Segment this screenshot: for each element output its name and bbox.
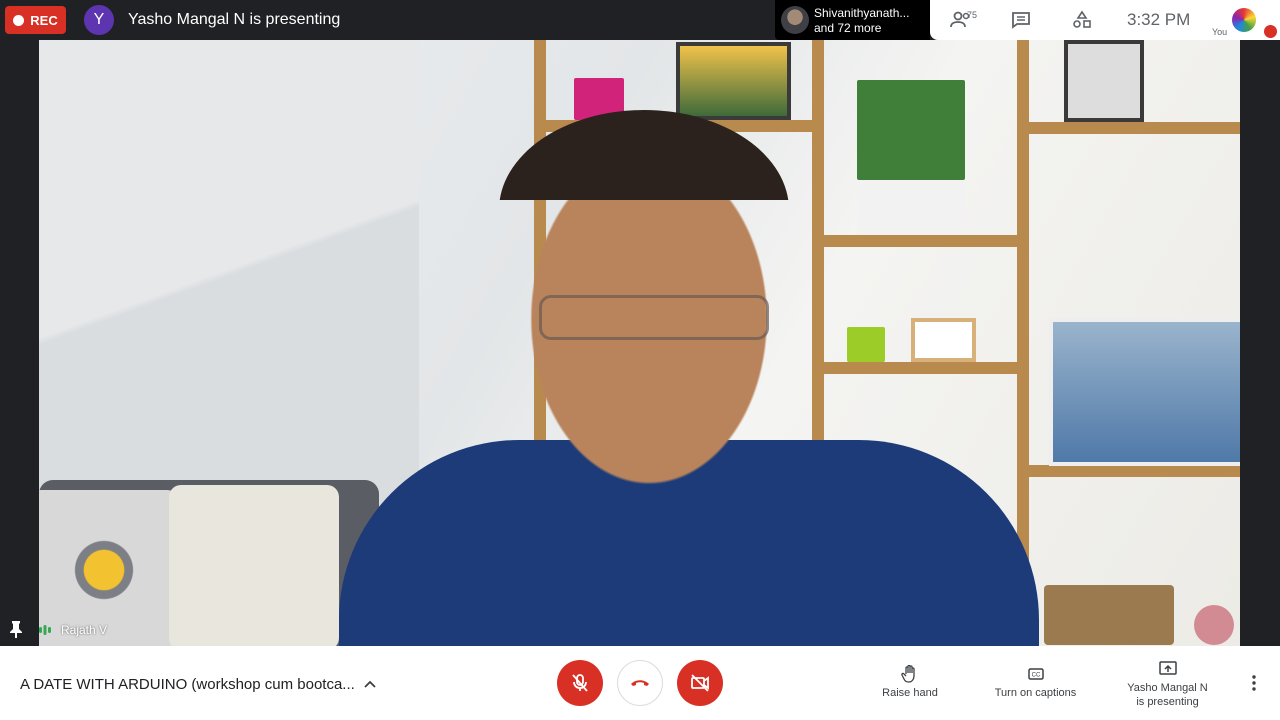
recording-badge: REC [5, 6, 66, 34]
picture-frame [1064, 40, 1144, 122]
pin-icon[interactable] [9, 620, 23, 638]
mic-off-icon [572, 674, 588, 692]
recording-label: REC [30, 12, 58, 28]
shelf-board [1029, 465, 1240, 477]
shelf-board [824, 362, 1019, 374]
self-label: You [1212, 27, 1228, 37]
presenter-avatar: Y [84, 5, 114, 35]
more-vert-icon[interactable] [1244, 673, 1264, 693]
captions-button[interactable]: CC Turn on captions [988, 664, 1083, 699]
meeting-title[interactable]: A DATE WITH ARDUINO (workshop cum bootca… [20, 676, 355, 693]
pillow [169, 485, 339, 646]
shelf-board [1029, 122, 1240, 134]
decor-ball [1194, 605, 1234, 645]
speaker-video [39, 40, 1240, 646]
raise-hand-button[interactable]: Raise hand [874, 664, 946, 699]
chat-icon[interactable] [1008, 8, 1034, 32]
participant-name: Shivanithyanath... [814, 6, 910, 20]
camera-toggle-button[interactable] [677, 660, 723, 706]
raise-hand-label: Raise hand [882, 687, 938, 699]
svg-text:CC: CC [1031, 673, 1040, 679]
plant-pot [847, 327, 885, 362]
self-mic-muted-icon [1264, 25, 1277, 38]
meeting-clock: 3:32 PM [1127, 10, 1191, 29]
mic-toggle-button[interactable] [557, 660, 603, 706]
presenting-status: Yasho Mangal N is presenting [128, 11, 341, 28]
captions-label: Turn on captions [994, 687, 1077, 699]
basket [1044, 585, 1174, 645]
captions-icon: CC [1027, 668, 1044, 680]
record-dot-icon [13, 14, 25, 26]
activities-icon[interactable] [1069, 8, 1095, 32]
shelf-board [824, 235, 1019, 247]
plant-grass [857, 80, 965, 180]
end-call-button[interactable] [617, 660, 663, 706]
picture-frame [1049, 318, 1240, 466]
picture-frame [676, 42, 791, 120]
participants-chip[interactable]: Shivanithyanath... and 72 more [775, 0, 930, 40]
present-button[interactable]: Yasho Mangal N is presenting [1120, 658, 1215, 709]
picture-frame [911, 318, 976, 362]
self-avatar[interactable] [1232, 8, 1256, 32]
present-label-line2: is presenting [1136, 696, 1199, 708]
participant-more-count: and 72 more [814, 21, 882, 35]
speaking-icon [39, 625, 51, 635]
bottom-control-bar: A DATE WITH ARDUINO (workshop cum bootca… [0, 646, 1280, 720]
meeting-tools-panel: 75 3:32 PM You [930, 0, 1280, 40]
speaker-name-label: Rajath V [61, 623, 108, 637]
plant-pot [857, 180, 965, 235]
participant-avatar [781, 6, 809, 34]
raise-hand-icon [901, 664, 915, 683]
end-call-icon [631, 680, 649, 686]
chevron-up-icon[interactable] [362, 676, 378, 692]
pillow [39, 490, 179, 646]
present-label-line1: Yasho Mangal N [1127, 682, 1208, 694]
person-glasses [539, 295, 769, 340]
camera-off-icon [691, 674, 709, 692]
present-screen-icon [1158, 661, 1177, 675]
people-count-badge: 75 [967, 10, 978, 20]
top-bar: REC Y Yasho Mangal N is presenting Shiva… [0, 0, 1280, 40]
